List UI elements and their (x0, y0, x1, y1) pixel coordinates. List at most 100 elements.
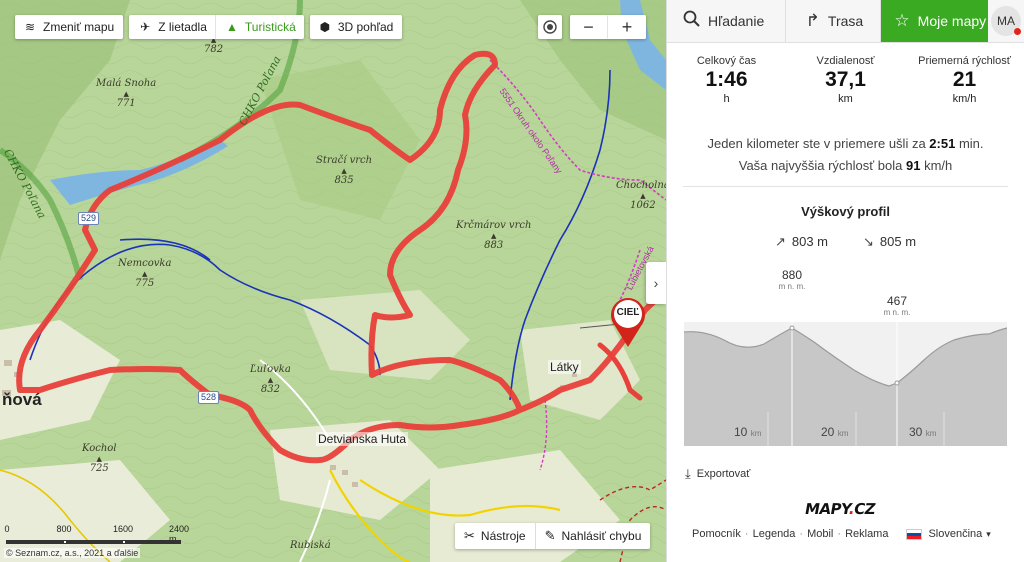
logo-main: MAPY (803, 500, 851, 518)
maxspeed-prefix: Vaša najvyššia rýchlosť bola (738, 158, 903, 173)
place-chocholna: Chocholná ▲ 1062 (616, 180, 666, 211)
slovak-flag-icon (906, 528, 923, 540)
maxspeed-suffix: km/h (924, 158, 953, 173)
report-error-button[interactable]: ✎ Nahlásiť chybu (534, 523, 651, 549)
3d-view-label: 3D pohľad (337, 20, 394, 34)
user-avatar[interactable]: MA (988, 0, 1024, 42)
change-map-label: Zmeniť mapu (43, 20, 115, 34)
footer-mobile-link[interactable]: Mobil (807, 528, 833, 540)
panel-footer: Pomocník · Legenda · Mobil · Reklama Slo… (692, 528, 991, 540)
arrow-up-right-icon: ↗ (774, 234, 786, 249)
place-velka-snoha: ▲ 782 (204, 36, 224, 55)
footer-ads-link[interactable]: Reklama (845, 528, 888, 540)
road-badge-528: 528 (198, 391, 220, 404)
top-nav: Hľadanie ↱ Trasa ☆ Moje mapy MA (667, 0, 1024, 43)
profile-x-30: 30 km (909, 425, 937, 439)
place-nemcovka: Nemcovka ▲ 775 (118, 258, 172, 289)
change-map-button[interactable]: ≋ Zmeniť mapu (15, 15, 124, 39)
zoom-controls: − + (538, 15, 646, 39)
report-label: Nahlásiť chybu (561, 529, 642, 543)
place-lulovka: Ľuľovka ▲ 832 (250, 364, 291, 395)
profile-max-unit: m n. m. (778, 282, 806, 291)
scale-label-1600: 1600 (112, 524, 134, 534)
tourist-button[interactable]: ▲ Turistická (214, 15, 304, 39)
pace-line: Jeden kilometer ste v priemere ušli za 2… (667, 133, 1024, 155)
nav-route[interactable]: ↱ Trasa (786, 0, 882, 42)
finish-label: CIEĽ (616, 307, 640, 318)
scale-label-800: 800 (56, 524, 72, 534)
stat-time-unit: h (723, 93, 730, 105)
map-scale: 0 800 1600 2400 m (4, 524, 190, 544)
tourist-label: Turistická (244, 20, 296, 34)
profile-x-10: 10 km (734, 425, 762, 439)
profile-title: Výškový profil (801, 204, 890, 219)
footer-legend-link[interactable]: Legenda (753, 528, 796, 540)
arrow-down-right-icon: ↘ (863, 234, 874, 249)
route-arrow-icon: ↱ (805, 11, 820, 30)
stat-speed-unit: km/h (952, 93, 977, 105)
stat-speed-label: Priemerná rýchlosť (918, 55, 1011, 67)
elevation-summary: ↗ 803 m ↘ 805 m (667, 234, 1024, 250)
profile-min-unit: m n. m. (883, 308, 911, 317)
nav-my-maps-label: Moje mapy (917, 13, 987, 29)
place-mala-snoha: Malá Snoha ▲ 771 (96, 78, 157, 109)
collapse-panel-tab[interactable]: › (646, 262, 666, 304)
town-nova: ňová (2, 390, 42, 409)
nav-route-label: Trasa (827, 13, 864, 29)
footer-help-link[interactable]: Pomocník (692, 528, 741, 540)
pace-suffix: min. (958, 136, 984, 151)
stat-time-label: Celkový čas (696, 55, 757, 67)
pencil-icon: ✎ (544, 528, 556, 543)
language-selector[interactable]: Slovenčina ▾ (906, 528, 991, 540)
profile-max-value: 880 (781, 268, 803, 282)
3d-view-button[interactable]: ⬢ 3D pohľad (309, 15, 403, 39)
export-button[interactable]: ⤓ Exportovať (685, 466, 750, 482)
zoom-pair: − + (570, 15, 646, 39)
stat-distance-value: 37,1 (825, 68, 866, 91)
aerial-button[interactable]: ✈ Z lietadla (129, 15, 215, 39)
nav-search[interactable]: Hľadanie (667, 0, 786, 42)
zoom-in-button[interactable]: + (608, 15, 646, 39)
side-panel: Hľadanie ↱ Trasa ☆ Moje mapy MA Celkový … (666, 0, 1024, 562)
export-label: Exportovať (696, 468, 751, 480)
scale-bar (6, 540, 181, 544)
elevation-profile-chart[interactable]: 880 m n. m. 467 m n. m. 10 km 20 km 30 k… (683, 262, 1008, 446)
maxspeed-line: Vaša najvyššia rýchlosť bola 91 km/h (667, 155, 1024, 177)
stat-distance-unit: km (838, 93, 853, 105)
map-tools-bar: ✂ Nástroje ✎ Nahlásiť chybu (455, 523, 651, 549)
pace-prefix: Jeden kilometer ste v priemere ušli za (707, 136, 926, 151)
tools-button[interactable]: ✂ Nástroje (455, 523, 535, 549)
copyright[interactable]: © Seznam.cz, a.s., 2021 a ďalšie (4, 548, 141, 558)
logo-tld: CZ (852, 500, 877, 518)
map-toolbar: ≋ Zmeniť mapu ✈ Z lietadla ▲ Turistická … (15, 15, 403, 39)
profile-x-20: 20 km (821, 425, 849, 439)
locate-button[interactable] (538, 15, 562, 39)
descent-value: 805 m (879, 234, 917, 249)
stat-distance-label: Vzdialenosť (816, 55, 875, 67)
map-canvas[interactable]: ▲ 782 Malá Snoha ▲ 771 Stračí vrch ▲ 835 Krčm… (0, 0, 666, 562)
notification-dot (1013, 28, 1021, 35)
chevron-right-icon: › (653, 275, 659, 291)
zoom-out-button[interactable]: − (570, 15, 608, 39)
profile-min-value: 467 (886, 294, 908, 308)
town-latky: Látky (548, 360, 581, 374)
pace-info: Jeden kilometer ste v priemere ušli za 2… (667, 133, 1024, 177)
town-detvianska-huta: Detvianska Huta (316, 432, 409, 446)
place-krcmarov-vrch: Krčmárov vrch ▲ 883 (456, 220, 532, 251)
download-icon: ⤓ (685, 466, 691, 481)
place-straci-vrch: Stračí vrch ▲ 835 (316, 155, 373, 186)
finish-pin-icon (611, 298, 645, 347)
mountain-icon: ▲ (225, 20, 238, 34)
tools-label: Nástroje (480, 529, 526, 543)
descent: ↘ 805 m (863, 234, 916, 250)
finish-marker[interactable]: CIEĽ (609, 296, 647, 347)
target-icon (543, 20, 557, 34)
place-rubiska: Rubiská (290, 540, 331, 551)
maxspeed-value: 91 (905, 158, 921, 173)
map-type-switch: ✈ Z lietadla ▲ Turistická (129, 15, 304, 39)
aerial-label: Z lietadla (158, 20, 207, 34)
nav-my-maps[interactable]: ☆ Moje mapy (881, 0, 989, 42)
nav-search-label: Hľadanie (708, 13, 765, 29)
mapy-logo[interactable]: MAPY.CZ (803, 500, 876, 518)
tools-icon: ✂ (464, 528, 475, 543)
